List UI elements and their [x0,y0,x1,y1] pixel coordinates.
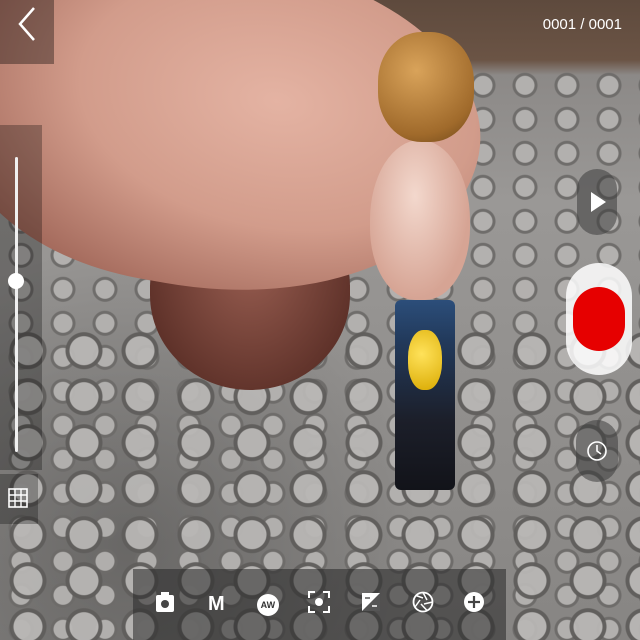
grid-button[interactable] [0,474,38,524]
aperture-button[interactable] [404,586,442,624]
focus-icon [308,591,331,618]
white-balance-button[interactable]: AW [249,586,287,624]
timer-button[interactable] [576,420,618,482]
play-button[interactable] [577,169,617,235]
camera-settings-toolbar: M AW [133,569,506,640]
camera-settings-button[interactable] [146,586,184,624]
back-button[interactable] [0,0,54,64]
exposure-button[interactable] [352,586,390,624]
exposure-slider[interactable] [0,125,42,470]
slider-track[interactable] [15,157,18,452]
white-balance-label: AW [256,593,279,616]
frame-counter: 0001 / 0001 [542,16,622,33]
minifigure-body [395,300,455,490]
slider-thumb[interactable] [8,272,24,289]
chevron-left-icon [16,7,38,51]
add-circle-icon [463,591,485,618]
focus-button[interactable] [300,586,338,624]
manual-mode-button[interactable]: M [197,586,235,624]
camera-viewfinder [0,0,640,640]
capture-button[interactable] [566,263,632,375]
thumb-tip [370,140,470,300]
record-dot [573,287,625,351]
exposure-icon [361,592,381,617]
minifigure-hair [378,32,474,142]
aperture-icon [412,591,434,618]
camera-icon [155,591,175,618]
minifigure-hand [408,330,442,390]
add-button[interactable] [455,586,493,624]
